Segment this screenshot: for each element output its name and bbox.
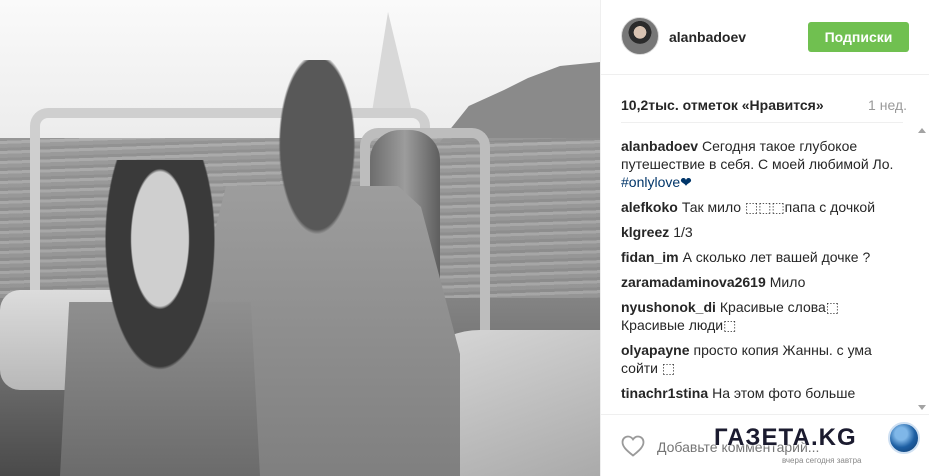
comment-username[interactable]: olyapayne [621, 342, 689, 358]
heart-icon[interactable] [621, 435, 645, 457]
post-photo[interactable] [0, 0, 600, 476]
comments-list[interactable]: alanbadoev Сегодня такое глубокое путешес… [621, 122, 903, 412]
watermark-tagline: вчера сегодня завтра [782, 456, 862, 465]
list-item: nyushonok_di Красивые слова⬚ Красивые люд… [621, 298, 903, 334]
scroll-down-arrow-icon[interactable] [918, 405, 926, 410]
watermark-logo: ГАЗЕТА.KG вчера сегодня завтра [712, 422, 922, 470]
comment-text: Так мило ⬚⬚⬚папа с дочкой [681, 199, 876, 215]
list-item: tinachr1stina На этом фото больше [621, 384, 903, 402]
comment-text: А сколько лет вашей дочке ? [682, 249, 871, 265]
caption: alanbadoev Сегодня такое глубокое путешес… [621, 137, 903, 191]
follow-button[interactable]: Подписки [808, 22, 909, 52]
avatar[interactable] [621, 17, 659, 55]
list-item: fidan_im А сколько лет вашей дочке ? [621, 248, 903, 266]
comment-text: На этом фото больше [712, 385, 856, 401]
post-username[interactable]: alanbadoev [669, 29, 746, 45]
comment-username[interactable]: alefkoko [621, 199, 678, 215]
scroll-up-arrow-icon[interactable] [918, 128, 926, 133]
post-side-panel: alanbadoev Подписки 10,2тыс. отметок «Нр… [600, 0, 929, 476]
comment-text: Мило [769, 274, 806, 290]
list-item: olyapayne просто копия Жанны. с ума сойти… [621, 341, 903, 377]
scrollbar-thumb[interactable] [917, 138, 927, 398]
likes-count[interactable]: 10,2тыс. отметок «Нравится» [621, 97, 824, 113]
comment-text: 1/3 [673, 224, 693, 240]
comment-username[interactable]: zaramadaminova2619 [621, 274, 766, 290]
comments-scrollbar[interactable] [915, 124, 929, 412]
watermark-text: ГАЗЕТА.KG [714, 424, 857, 451]
list-item: alefkoko Так мило ⬚⬚⬚папа с дочкой [621, 198, 903, 216]
comment-username[interactable]: alanbadoev [621, 138, 698, 154]
post-header: alanbadoev Подписки [601, 0, 929, 75]
list-item: zaramadaminova2619 Мило [621, 273, 903, 291]
hashtag-link[interactable]: #onlylove❤ [621, 174, 692, 190]
comment-username[interactable]: klgreez [621, 224, 669, 240]
comment-username[interactable]: fidan_im [621, 249, 679, 265]
list-item: klgreez 1/3 [621, 223, 903, 241]
globe-icon [888, 422, 920, 454]
post-age[interactable]: 1 нед. [868, 97, 907, 113]
comment-username[interactable]: tinachr1stina [621, 385, 708, 401]
comment-username[interactable]: nyushonok_di [621, 299, 716, 315]
photo-girl [60, 160, 260, 476]
